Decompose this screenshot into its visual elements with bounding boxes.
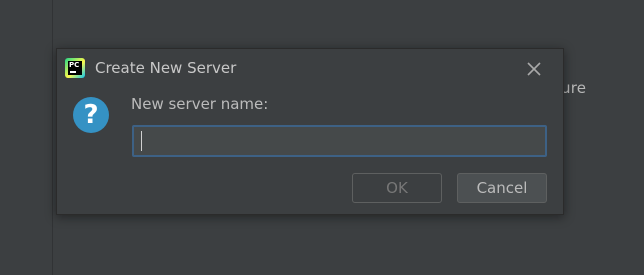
close-button[interactable] xyxy=(523,58,545,80)
question-glyph: ? xyxy=(83,100,99,130)
left-tool-strip xyxy=(0,0,53,275)
app-icon-text: PC xyxy=(69,61,80,69)
question-icon: ? xyxy=(73,97,109,133)
dialog-title: Create New Server xyxy=(95,59,237,77)
server-name-label: New server name: xyxy=(131,95,269,113)
close-icon xyxy=(527,62,541,76)
pycharm-logo-icon: PC xyxy=(65,58,85,78)
background-partial-text: ure xyxy=(561,79,587,97)
server-name-input[interactable] xyxy=(132,125,547,157)
dialog-titlebar: PC Create New Server xyxy=(57,49,563,87)
cancel-button[interactable]: Cancel xyxy=(457,173,547,203)
text-caret xyxy=(141,131,142,151)
create-server-dialog: PC Create New Server ? New server name: … xyxy=(56,48,564,215)
ok-button[interactable]: OK xyxy=(352,173,442,203)
